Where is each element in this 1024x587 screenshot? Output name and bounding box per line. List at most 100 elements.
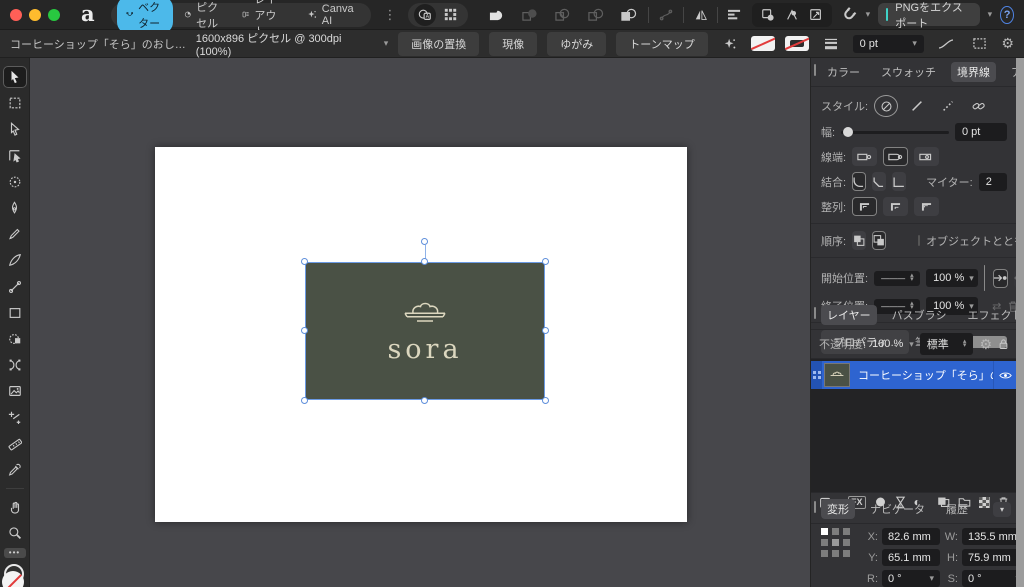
stroke-style-none-button[interactable] — [874, 95, 898, 117]
liquify-button[interactable]: ゆがみ — [547, 32, 606, 56]
shape-tool[interactable] — [3, 328, 27, 350]
canvas-size-dropdown[interactable]: 1600x896 ピクセル @ 300dpi (100%) ▾ — [196, 30, 389, 58]
tab-stroke[interactable]: 境界線 — [951, 62, 996, 82]
stroke-style-dash-button[interactable] — [935, 97, 960, 116]
panel-menu-button[interactable]: ▾ — [993, 502, 1011, 517]
zoom-tool[interactable] — [3, 522, 27, 544]
align-center-button[interactable] — [852, 197, 877, 216]
slider-knob[interactable] — [843, 127, 853, 137]
lock-button[interactable] — [998, 338, 1009, 350]
measure-tool[interactable] — [3, 433, 27, 455]
start-scale-dropdown[interactable]: 100 %▾ — [926, 269, 978, 287]
selection-handle-nw[interactable] — [301, 258, 308, 265]
selection-handle-e[interactable] — [542, 327, 549, 334]
layer-thumbnail[interactable] — [824, 363, 850, 387]
selection-handle-sw[interactable] — [301, 397, 308, 404]
panel-drag-handle[interactable] — [814, 501, 816, 513]
export-options-chevron[interactable]: ▾ — [988, 9, 993, 20]
join-round-button[interactable] — [852, 172, 866, 191]
align-outside-button[interactable] — [914, 197, 939, 216]
tab-transform[interactable]: 変形 — [821, 499, 855, 519]
layer-list[interactable]: コーヒーショップ「そら」のおしゃれ… — [811, 359, 1017, 492]
node-tool[interactable] — [3, 118, 27, 140]
order-behind-button[interactable] — [852, 231, 866, 250]
boolean-intersect-button[interactable] — [550, 4, 574, 26]
boolean-subtract-button[interactable] — [517, 4, 541, 26]
selection-handle-w[interactable] — [301, 327, 308, 334]
shear-field[interactable]: 0 °▾ — [962, 570, 1024, 587]
rotation-handle[interactable] — [421, 238, 428, 245]
stroke-width-dropdown[interactable]: 0 pt ▾ — [853, 35, 924, 53]
miter-field[interactable]: 2 — [979, 173, 1007, 191]
panel-drag-handle[interactable] — [814, 307, 816, 319]
artboard-tool[interactable] — [3, 92, 27, 114]
tab-history[interactable]: 履歴 — [940, 499, 974, 519]
anchor-n[interactable] — [832, 528, 839, 535]
develop-button[interactable]: 現像 — [489, 32, 537, 56]
stroke-panel-button[interactable] — [819, 33, 843, 55]
with-object-checkbox[interactable] — [918, 235, 920, 246]
cap-butt-button[interactable] — [852, 147, 877, 166]
vector-brush-tool[interactable] — [3, 249, 27, 271]
logo-rectangle[interactable]: sora — [305, 262, 545, 400]
layer-drag-handle[interactable] — [811, 361, 822, 389]
chevron-down-icon[interactable]: ▾ — [909, 339, 914, 350]
stroke-color-swatch[interactable] — [785, 36, 809, 51]
boolean-add-button[interactable] — [484, 4, 508, 26]
join-bevel-button[interactable] — [872, 172, 886, 191]
rectangle-tool[interactable] — [3, 302, 27, 324]
transform-point-tool[interactable] — [3, 171, 27, 193]
anchor-w[interactable] — [821, 539, 828, 546]
persona-overflow-menu[interactable]: ⋮ — [379, 7, 400, 23]
layer-visibility-toggle[interactable] — [993, 361, 1017, 389]
workspace-grid-toggle[interactable] — [438, 4, 462, 26]
arrowhead-swap-button[interactable] — [993, 269, 1008, 288]
selection-handle-n[interactable] — [421, 258, 428, 265]
tab-effects[interactable]: エフェクト — [961, 305, 1024, 325]
selected-object[interactable]: sora — [305, 262, 545, 400]
auto-correct-toggle[interactable]: A — [414, 4, 436, 26]
blend-mode-dropdown[interactable]: 標準 ▴▾ — [920, 333, 974, 355]
anchor-sw[interactable] — [821, 550, 828, 557]
contour-tool[interactable] — [3, 145, 27, 167]
zoom-window-button[interactable] — [48, 9, 60, 21]
cap-square-button[interactable] — [914, 147, 939, 166]
alignment-button[interactable] — [726, 4, 744, 26]
persona-canva-ai[interactable]: Canva AI — [298, 0, 366, 30]
tab-navigator[interactable]: ナビゲータ — [864, 499, 931, 519]
tab-swatches[interactable]: スウォッチ — [875, 62, 942, 82]
more-tools-button[interactable]: ••• — [4, 548, 26, 557]
opacity-value[interactable]: 100 % — [872, 338, 903, 350]
insert-inside-button[interactable] — [657, 4, 675, 26]
color-picker-tool[interactable] — [3, 459, 27, 481]
artboard[interactable]: sora — [155, 147, 687, 522]
stroke-width-slider[interactable] — [841, 131, 949, 134]
pressure-curve-button[interactable] — [934, 33, 958, 55]
flip-button[interactable] — [692, 4, 710, 26]
panel-drag-handle[interactable] — [814, 64, 816, 76]
anchor-e[interactable] — [843, 539, 850, 546]
close-window-button[interactable] — [10, 9, 22, 21]
h-field[interactable]: 75.9 mm — [962, 549, 1024, 566]
tab-pathbrush[interactable]: パスブラシ — [886, 305, 953, 325]
gear-icon[interactable]: ⚙ — [979, 336, 992, 353]
marquee-options-button[interactable] — [968, 33, 992, 55]
tone-map-button[interactable]: トーンマップ — [616, 32, 707, 56]
export-png-button[interactable]: PNGをエクスポート — [878, 3, 980, 26]
move-tool[interactable] — [3, 66, 27, 88]
fill-color-swatch[interactable] — [751, 36, 775, 51]
pen-tool[interactable] — [3, 197, 27, 219]
fill-gradient-tool[interactable] — [3, 276, 27, 298]
layer-row[interactable]: コーヒーショップ「そら」のおしゃれ… — [811, 361, 1017, 389]
replace-image-button[interactable]: 画像の置換 — [398, 32, 479, 56]
x-field[interactable]: 82.6 mm — [882, 528, 940, 545]
help-button[interactable]: ? — [1000, 6, 1014, 24]
snapping-button[interactable] — [840, 4, 858, 26]
view-tool[interactable] — [3, 496, 27, 518]
fill-stroke-selector[interactable] — [2, 564, 28, 587]
place-image-tool[interactable] — [3, 380, 27, 402]
stroke-width-field[interactable]: 0 pt — [955, 123, 1007, 141]
pencil-tool[interactable] — [3, 223, 27, 245]
transform-objects-button[interactable] — [760, 8, 776, 22]
boolean-combine-button[interactable] — [616, 4, 640, 26]
